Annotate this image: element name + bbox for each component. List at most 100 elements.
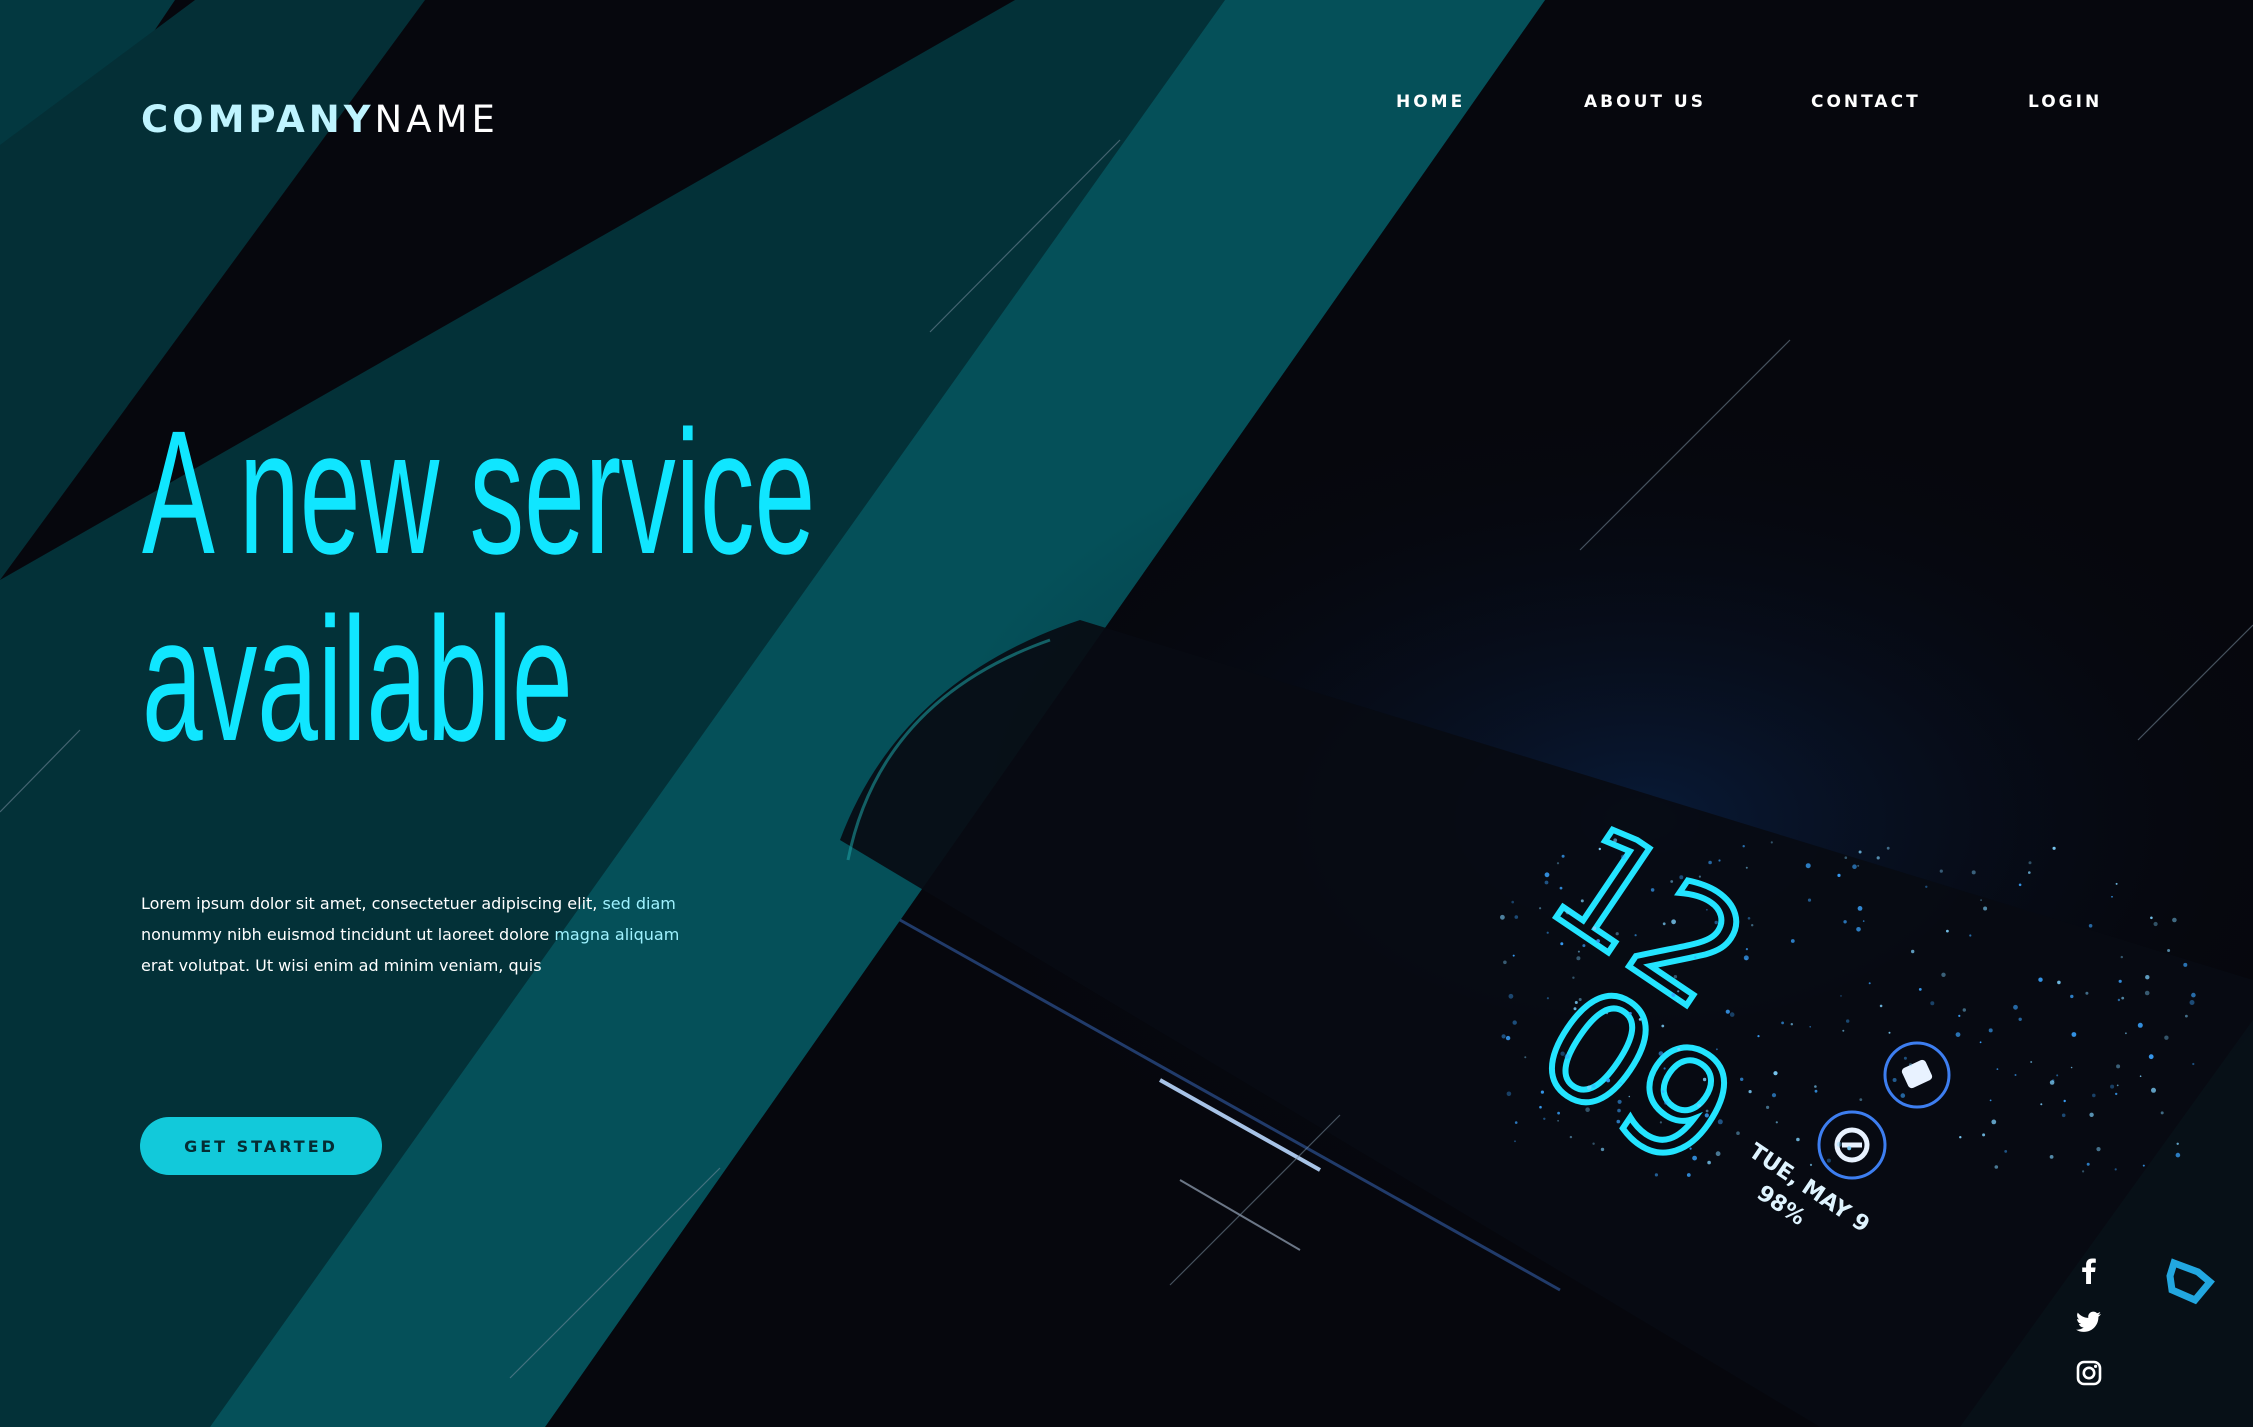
facebook-icon[interactable] <box>2074 1255 2104 1285</box>
sparkle-dot <box>2137 1022 2143 1028</box>
sparkle-dot <box>1955 1032 1961 1037</box>
sparkle-dot <box>1840 995 1842 997</box>
get-started-button[interactable]: GET STARTED <box>140 1117 382 1175</box>
sparkle-dot <box>1661 1024 1665 1028</box>
sparkle-dot <box>1514 1121 1518 1124</box>
sparkle-dot <box>2082 1170 2085 1173</box>
sparkle-dot <box>1790 939 1795 943</box>
sparkle-dot <box>1546 931 1549 934</box>
sparkle-dot <box>2185 1014 2188 1018</box>
sparkle-dot <box>1879 1004 1883 1008</box>
sparkle-dot <box>1939 869 1943 873</box>
sparkle-dot <box>1892 1078 1897 1082</box>
sparkle-dot <box>1659 1121 1662 1124</box>
sparkle-dot <box>1770 841 1773 844</box>
body-text: Lorem ipsum dolor sit amet, consectetuer… <box>141 894 603 913</box>
sparkle-dot <box>1661 1090 1665 1093</box>
sparkle-dot <box>1524 1056 1527 1059</box>
sparkle-dot <box>2085 991 2089 995</box>
sparkle-dot <box>1671 993 1676 997</box>
sparkle-dot <box>1576 956 1581 961</box>
sparkle-dot <box>1979 1041 1982 1044</box>
sparkle-dot <box>1654 1173 1658 1177</box>
sparkle-dot <box>1814 1085 1817 1088</box>
sparkle-dot <box>2070 994 2074 999</box>
sparkle-dot <box>2028 871 2031 874</box>
sparkle-dot <box>1662 922 1666 926</box>
sparkle-dot <box>1980 899 1982 901</box>
sparkle-dot <box>1859 1098 1863 1101</box>
sparkle-dot <box>2111 896 2113 898</box>
instagram-icon[interactable] <box>2074 1358 2104 1388</box>
sparkle-dot <box>1814 1089 1818 1093</box>
sparkle-dot <box>1586 1085 1592 1090</box>
sparkle-dot <box>1773 1071 1778 1076</box>
sparkle-dot <box>1715 1151 1721 1157</box>
sparkle-dot <box>1857 906 1863 911</box>
sparkle-dot <box>1600 1147 1605 1152</box>
sparkle-dot <box>1836 1141 1842 1147</box>
sparkle-dot <box>1982 1133 1986 1137</box>
sparkle-dot <box>1697 1103 1701 1108</box>
sparkle-dot <box>1617 1108 1621 1113</box>
sparkle-dot <box>1582 944 1586 948</box>
sparkle-dot <box>1888 1031 1891 1034</box>
sparkle-dot <box>2114 1168 2117 1171</box>
sparkle-dot <box>2142 1164 2145 1167</box>
sparkle-dot <box>1511 900 1514 904</box>
nav-home-link[interactable]: HOME <box>1396 92 1465 112</box>
sparkle-dot <box>2056 1074 2059 1077</box>
sparkle-dot <box>1677 990 1680 993</box>
sparkle-dot <box>1844 856 1848 859</box>
sparkle-dot <box>1775 1121 1778 1124</box>
sparkle-dot <box>1771 1093 1777 1098</box>
hero-body-line-2: nonummy nibh euismod tincidunt ut laoree… <box>141 919 679 950</box>
sparkle-dot <box>2148 1054 2154 1060</box>
company-logo[interactable]: COMPANYNAME <box>141 98 499 141</box>
sparkle-dot <box>2144 990 2150 996</box>
sparkle-dot <box>2040 1103 2043 1106</box>
body-text: erat volutpat. Ut wisi enim ad minim ven… <box>141 956 542 975</box>
nav-contact-link[interactable]: CONTACT <box>1811 92 1921 112</box>
sparkle-dot <box>1962 1008 1967 1012</box>
sparkle-dot <box>1539 907 1542 910</box>
sparkle-dot <box>2063 1099 2066 1103</box>
sparkle-dot <box>2014 1074 2017 1076</box>
sparkle-dot <box>1564 1054 1570 1059</box>
sparkle-dot <box>1592 1084 1596 1088</box>
sparkle-dot <box>1577 950 1580 953</box>
sparkle-dot <box>1694 956 1697 959</box>
sparkle-dot <box>1796 1137 1800 1142</box>
sparkle-dot <box>1556 862 1560 865</box>
sparkle-dot <box>2167 949 2171 952</box>
sparkle-dot <box>1930 1001 1935 1006</box>
hero-body-line-1: Lorem ipsum dolor sit amet, consectetuer… <box>141 888 676 919</box>
nav-login-link[interactable]: LOGIN <box>2028 92 2102 112</box>
sparkle-dot <box>1569 1135 1573 1139</box>
sparkle-dot <box>1745 866 1748 869</box>
sparkle-dot <box>1698 875 1701 878</box>
sparkle-dot <box>2151 1087 2156 1093</box>
sparkle-dot <box>2110 1084 2115 1089</box>
sparkle-dot <box>1670 880 1674 883</box>
sparkle-dot <box>1748 1090 1752 1094</box>
sparkle-dot <box>1707 1160 1711 1165</box>
sparkle-dot <box>1616 1119 1621 1124</box>
sparkle-dot <box>1598 847 1602 851</box>
sparkle-dot <box>1539 1105 1542 1109</box>
sparkle-dot <box>1740 1077 1744 1082</box>
sparkle-dot <box>1514 1140 1516 1143</box>
sparkle-dot <box>1557 1111 1560 1115</box>
sparkle-dot <box>1766 1105 1770 1109</box>
nav-about-us-link[interactable]: ABOUT US <box>1584 92 1706 112</box>
sparkle-dot <box>1596 939 1600 943</box>
twitter-icon[interactable] <box>2074 1306 2104 1336</box>
sparkle-dot <box>2139 1075 2142 1077</box>
sparkle-dot <box>1911 949 1915 954</box>
sparkle-dot <box>1971 870 1976 875</box>
sparkle-dot <box>1573 1007 1577 1011</box>
sparkle-dot <box>1686 1173 1691 1177</box>
sparkle-dot <box>2028 861 2032 865</box>
sparkle-dot <box>1650 888 1655 892</box>
sparkle-dot <box>1708 860 1712 865</box>
